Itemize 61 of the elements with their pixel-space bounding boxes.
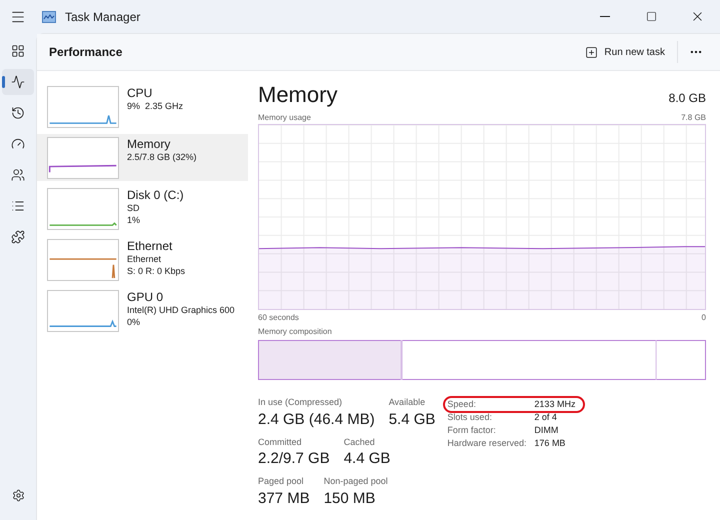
users-icon: [11, 168, 25, 182]
stat-label: Cached: [344, 436, 376, 448]
spec-value: DIMM: [534, 424, 560, 437]
stat-value: 2.4 GB (46.4 MB): [258, 410, 375, 430]
minimize-icon: [600, 16, 610, 17]
spec-label: Speed:: [447, 398, 477, 411]
axis-time-label: 60 seconds: [258, 312, 299, 324]
axis-max-label: 7.8 GB: [681, 112, 706, 124]
axis-end-label: 0: [702, 312, 706, 324]
spec-label: Form factor:: [447, 424, 497, 437]
stat-label: Non-paged pool: [324, 475, 388, 488]
page-title: Performance: [49, 44, 122, 61]
device-name: Disk 0 (C:): [127, 188, 184, 202]
new-task-icon: [585, 46, 598, 58]
window-title: Task Manager: [65, 8, 140, 26]
maximize-icon: [646, 11, 656, 22]
stat-label: Paged pool: [258, 475, 305, 488]
spec-label: Slots used:: [447, 411, 493, 424]
gauge-icon: [11, 136, 25, 150]
detail-title: Memory: [258, 83, 338, 107]
device-detail: 0%: [127, 316, 142, 328]
device-item[interactable]: Ethernet Ethernet S: 0 R: 0 Kbps: [37, 236, 248, 283]
device-detail: Intel(R) UHD Graphics 600: [127, 304, 235, 316]
puzzle-icon: [11, 230, 25, 244]
stat-value: 4.4 GB: [344, 449, 390, 469]
history-icon: [11, 106, 25, 120]
grid-icon: [11, 44, 25, 58]
device-name: Memory: [127, 137, 172, 151]
total-memory: 8.0 GB: [668, 90, 706, 107]
stat-label: Committed: [258, 436, 303, 448]
spec-label: Hardware reserved:: [447, 437, 528, 450]
settings-icon: [12, 488, 24, 502]
device-item[interactable]: CPU 9% 2.35 GHz: [37, 83, 248, 130]
stat-value: 5.4 GB: [388, 410, 436, 430]
spec-value: 2 of 4: [534, 411, 558, 424]
stat-value: 377 MB: [258, 488, 310, 508]
device-item[interactable]: GPU 0 Intel(R) UHD Graphics 600 0%: [37, 287, 248, 334]
pulse-icon: [11, 74, 25, 88]
nav-button[interactable]: [2, 68, 34, 94]
chart-label: Memory usage: [258, 112, 311, 124]
device-name: Ethernet: [127, 239, 174, 253]
composition-label: Memory composition: [258, 326, 333, 338]
stat-label: In use (Compressed): [258, 396, 344, 409]
run-new-task-button[interactable]: Run new task: [579, 39, 671, 65]
device-detail: 2.5/7.8 GB (32%): [127, 151, 197, 163]
device-detail: S: 0 R: 0 Kbps: [127, 265, 186, 277]
device-detail: 9% 2.35 GHz: [127, 100, 184, 112]
device-detail: SD: [127, 202, 141, 214]
device-item[interactable]: Disk 0 (C:) SD 1%: [37, 185, 248, 232]
device-name: CPU: [127, 86, 154, 100]
stat-label: Available: [388, 396, 426, 409]
stat-value: 150 MB: [324, 488, 376, 508]
selection-indicator: [2, 76, 5, 88]
device-item[interactable]: Memory 2.5/7.8 GB (32%): [37, 134, 248, 181]
device-name: GPU 0: [127, 290, 164, 304]
device-detail: 1%: [127, 214, 142, 226]
device-detail: Ethernet: [127, 253, 162, 265]
app-icon: [42, 10, 56, 22]
stat-value: 2.2/9.7 GB: [258, 449, 330, 469]
spec-value: 2133 MHz: [534, 398, 576, 411]
spec-value: 176 MB: [534, 437, 566, 450]
